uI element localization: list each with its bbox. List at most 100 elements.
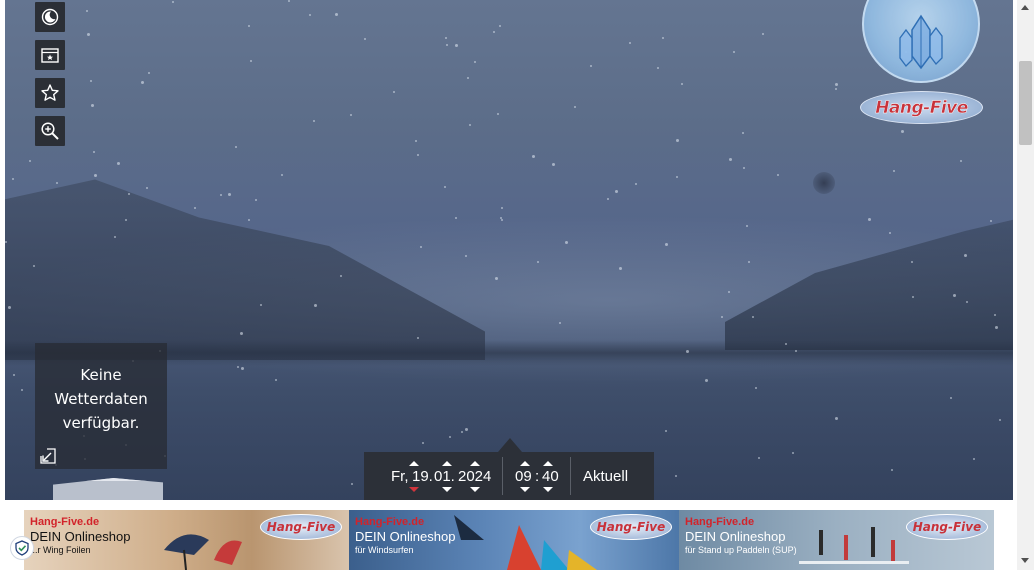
snowflake xyxy=(141,81,144,84)
snowflake xyxy=(973,458,975,460)
snowflake xyxy=(248,219,250,221)
snowflake xyxy=(615,190,618,193)
snowflake xyxy=(665,243,668,246)
lens-spot xyxy=(813,172,835,194)
current-button[interactable]: Aktuell xyxy=(583,468,628,485)
scroll-down-arrow[interactable] xyxy=(1021,558,1029,563)
snowflake xyxy=(994,314,996,316)
ad-banner[interactable]: Hang-Five.de DEIN Onlineshop ...r Wing F… xyxy=(24,510,994,570)
snowflake xyxy=(455,44,458,47)
snowflake xyxy=(743,167,745,169)
snowflake xyxy=(629,42,631,44)
snowflake xyxy=(94,174,97,177)
ad-brand: Hang-Five.de xyxy=(30,516,100,528)
night-mode-button[interactable] xyxy=(35,2,65,32)
snowflake xyxy=(995,326,998,329)
snowflake xyxy=(953,294,956,297)
snowflake xyxy=(87,33,90,36)
day-down-arrow[interactable] xyxy=(409,487,419,492)
snowflake xyxy=(574,106,576,108)
snowflake xyxy=(125,219,127,221)
ad-logo: Hang-Five xyxy=(260,514,342,540)
year-down-arrow[interactable] xyxy=(470,487,480,492)
snowflake xyxy=(891,469,893,471)
snowflake xyxy=(288,0,290,2)
year-up-arrow[interactable] xyxy=(470,461,480,466)
snowflake xyxy=(721,316,723,318)
gallery-button[interactable] xyxy=(35,40,65,70)
hangfive-logo-text: Hang-Five xyxy=(875,97,968,118)
snowflake xyxy=(350,114,352,116)
ad-windsurf[interactable]: Hang-Five.de DEIN Onlineshop für Windsur… xyxy=(349,510,679,570)
hangfive-logo[interactable]: Hang-Five xyxy=(860,91,983,124)
favorite-button[interactable] xyxy=(35,78,65,108)
snowflake xyxy=(785,343,787,345)
month-down-arrow[interactable] xyxy=(442,487,452,492)
snowflake xyxy=(795,350,797,352)
snowflake xyxy=(911,261,913,263)
snowflake xyxy=(351,483,353,485)
snowflake xyxy=(748,261,750,263)
wingfoil-illustration xyxy=(164,534,242,570)
day-value[interactable]: 19. xyxy=(412,468,433,485)
ad-subline: für Stand up Paddeln (SUP) xyxy=(685,545,797,555)
snowflake xyxy=(835,83,838,86)
snowflake xyxy=(417,337,419,339)
zoom-in-button[interactable] xyxy=(35,116,65,146)
snowflake xyxy=(422,442,424,444)
day-up-arrow[interactable] xyxy=(409,461,419,466)
snowflake xyxy=(240,332,243,335)
snowflake xyxy=(393,91,395,93)
hour-up-arrow[interactable] xyxy=(520,461,530,466)
snowflake xyxy=(665,430,667,432)
snowflake xyxy=(90,80,92,82)
mountain-left xyxy=(5,179,485,360)
privacy-shield-icon[interactable] xyxy=(10,536,34,560)
snowflake xyxy=(493,31,495,33)
snowflake xyxy=(172,1,174,3)
minute-up-arrow[interactable] xyxy=(543,461,553,466)
snowflake xyxy=(705,379,708,382)
snowflake xyxy=(235,146,237,148)
snowflake xyxy=(228,193,231,196)
collapse-arrow-icon[interactable] xyxy=(39,447,57,465)
hour-value[interactable]: 09 xyxy=(515,468,532,485)
snowflake xyxy=(12,178,14,180)
snowflake xyxy=(415,140,417,142)
snowflake xyxy=(444,186,446,188)
snowflake xyxy=(559,322,561,324)
snowflake xyxy=(901,130,904,133)
scroll-up-arrow[interactable] xyxy=(1021,5,1029,10)
hour-down-arrow[interactable] xyxy=(520,487,530,492)
snowflake xyxy=(128,193,130,195)
minute-value[interactable]: 40 xyxy=(542,468,559,485)
snowflake xyxy=(662,37,664,39)
scrollbar-thumb[interactable] xyxy=(1019,61,1032,145)
crystal-icon xyxy=(899,14,943,70)
snowflake xyxy=(93,151,95,153)
month-up-arrow[interactable] xyxy=(442,461,452,466)
snowflake xyxy=(449,436,451,438)
snowflake xyxy=(260,304,262,306)
ad-sup[interactable]: Hang-Five.de DEIN Onlineshop für Stand u… xyxy=(679,510,994,570)
snowflake xyxy=(762,33,764,35)
snowflake xyxy=(495,277,498,280)
snowflake xyxy=(275,379,277,381)
weather-message: Keine Wetterdaten verfügbar. xyxy=(54,366,148,432)
weather-panel: Keine Wetterdaten verfügbar. xyxy=(35,343,167,469)
ad-brand: Hang-Five.de xyxy=(355,516,425,528)
snowflake xyxy=(635,183,637,185)
year-value[interactable]: 2024 xyxy=(458,468,491,485)
snowflake xyxy=(619,267,622,270)
datetime-pointer xyxy=(498,438,522,452)
ad-headline: DEIN Onlineshop xyxy=(30,529,131,544)
snowflake xyxy=(146,187,148,189)
page-scrollbar[interactable] xyxy=(1017,0,1034,570)
ad-wingfoil[interactable]: Hang-Five.de DEIN Onlineshop ...r Wing F… xyxy=(24,510,349,570)
month-value[interactable]: 01. xyxy=(434,468,455,485)
ad-headline: DEIN Onlineshop xyxy=(355,529,456,544)
snowflake xyxy=(13,374,15,376)
snowflake xyxy=(501,219,503,221)
minute-down-arrow[interactable] xyxy=(543,487,553,492)
snowflake xyxy=(33,265,35,267)
